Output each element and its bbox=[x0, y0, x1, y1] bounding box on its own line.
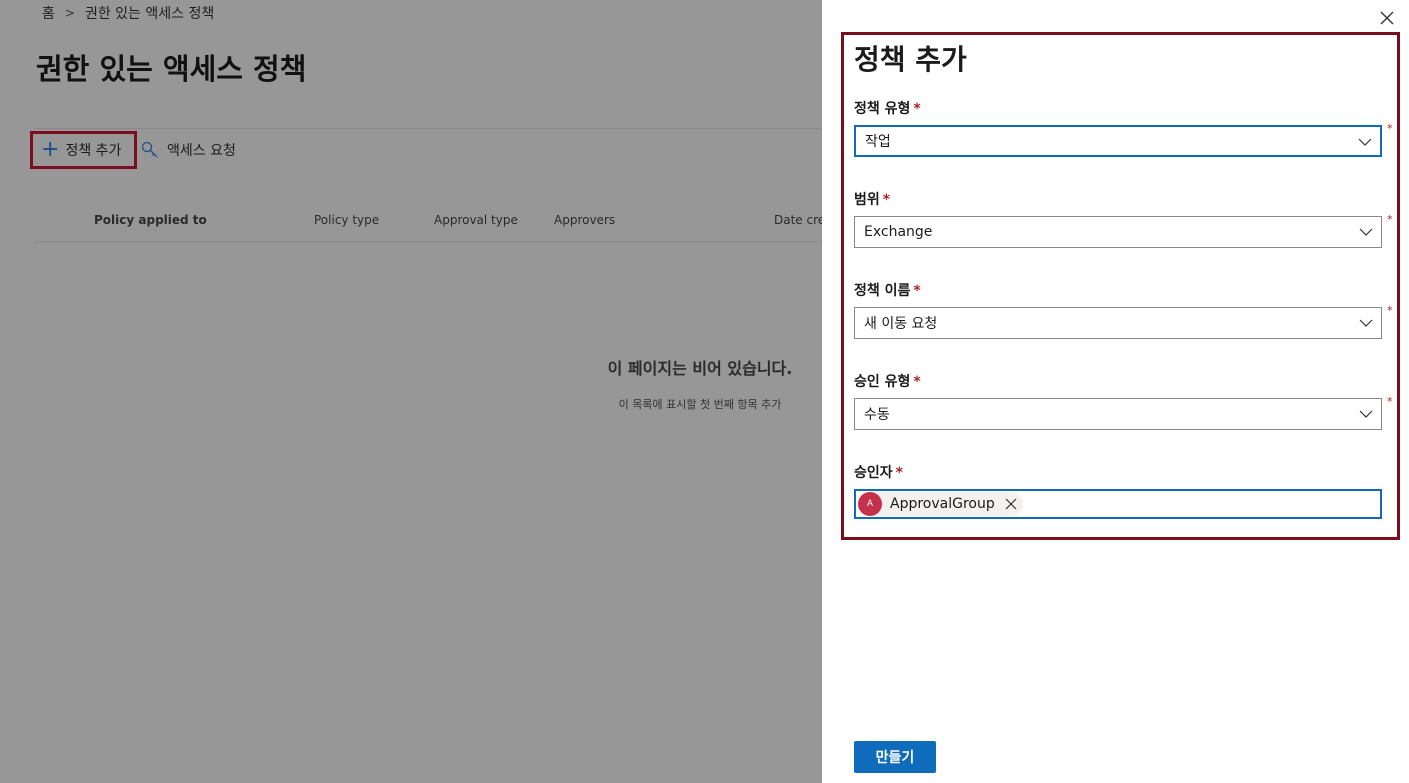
panel-title: 정책 추가 bbox=[854, 43, 967, 76]
column-header-policy-type[interactable]: Policy type bbox=[314, 213, 379, 227]
add-policy-panel: 정책 추가 정책 유형 * 작업 * 범위 * Exchange * 정책 이름 * … bbox=[822, 0, 1409, 783]
required-mark: * bbox=[882, 192, 891, 208]
policy-name-label: 정책 이름 * bbox=[854, 280, 921, 300]
approver-persona[interactable]: A ApprovalGroup bbox=[858, 492, 1023, 516]
policy-name-value: 새 이동 요청 bbox=[864, 316, 938, 332]
chevron-down-icon bbox=[1359, 319, 1373, 327]
access-requests-button[interactable]: 액세스 요청 bbox=[141, 140, 236, 160]
scope-value: Exchange bbox=[864, 224, 933, 240]
add-policy-button[interactable]: + 정책 추가 bbox=[30, 131, 137, 169]
page-title: 권한 있는 액세스 정책 bbox=[36, 52, 307, 86]
column-header-approvers[interactable]: Approvers bbox=[554, 213, 615, 227]
policy-type-label: 정책 유형 * bbox=[854, 98, 921, 118]
add-policy-label: 정책 추가 bbox=[65, 143, 122, 159]
required-mark: * bbox=[913, 283, 921, 299]
required-mark: * bbox=[1387, 122, 1393, 135]
create-button[interactable]: 만들기 bbox=[854, 741, 936, 773]
plus-icon: + bbox=[41, 137, 60, 162]
required-mark: * bbox=[1387, 395, 1393, 408]
required-mark: * bbox=[895, 465, 903, 481]
breadcrumb: 홈 > 권한 있는 액세스 정책 bbox=[42, 3, 214, 23]
column-header-date-created[interactable]: Date created bbox=[774, 213, 822, 227]
policy-name-dropdown[interactable]: 새 이동 요청 bbox=[854, 307, 1382, 339]
approval-type-dropdown[interactable]: 수동 bbox=[854, 398, 1382, 430]
breadcrumb-home[interactable]: 홈 bbox=[42, 3, 55, 23]
breadcrumb-separator: > bbox=[64, 6, 75, 20]
policy-type-dropdown[interactable]: 작업 bbox=[854, 125, 1382, 157]
policy-type-label-text: 정책 유형 bbox=[854, 101, 911, 117]
approvers-picker[interactable]: A ApprovalGroup bbox=[854, 489, 1382, 519]
column-header-policy-applied-to[interactable]: Policy applied to bbox=[94, 213, 207, 227]
chevron-down-icon bbox=[1358, 138, 1372, 146]
scope-label-text: 범위 bbox=[854, 192, 880, 208]
approver-name: ApprovalGroup bbox=[890, 496, 995, 512]
breadcrumb-current: 권한 있는 액세스 정책 bbox=[84, 6, 215, 22]
access-requests-label: 액세스 요청 bbox=[167, 143, 236, 159]
required-mark: * bbox=[1387, 304, 1393, 317]
policy-name-label-text: 정책 이름 bbox=[854, 283, 911, 299]
close-icon[interactable] bbox=[1377, 8, 1397, 28]
key-icon bbox=[141, 141, 158, 158]
table-header: Policy applied to Policy type Approval t… bbox=[0, 213, 822, 233]
divider bbox=[34, 128, 824, 129]
approval-type-label: 승인 유형 * bbox=[854, 371, 921, 391]
approvers-label: 승인자 * bbox=[854, 462, 903, 482]
remove-icon[interactable] bbox=[1005, 498, 1017, 510]
form-highlight bbox=[841, 32, 1400, 540]
scope-dropdown[interactable]: Exchange bbox=[854, 216, 1382, 248]
policy-type-value: 작업 bbox=[865, 134, 891, 150]
approval-type-label-text: 승인 유형 bbox=[854, 374, 911, 390]
column-header-approval-type[interactable]: Approval type bbox=[434, 213, 518, 227]
chevron-down-icon bbox=[1359, 228, 1373, 236]
required-mark: * bbox=[913, 374, 921, 390]
required-mark: * bbox=[913, 101, 921, 117]
approvers-label-text: 승인자 bbox=[854, 465, 893, 481]
divider bbox=[34, 241, 824, 242]
scope-label: 범위 * bbox=[854, 189, 890, 209]
avatar: A bbox=[858, 492, 882, 516]
chevron-down-icon bbox=[1359, 410, 1373, 418]
required-mark: * bbox=[1387, 213, 1393, 226]
approval-type-value: 수동 bbox=[864, 407, 890, 423]
